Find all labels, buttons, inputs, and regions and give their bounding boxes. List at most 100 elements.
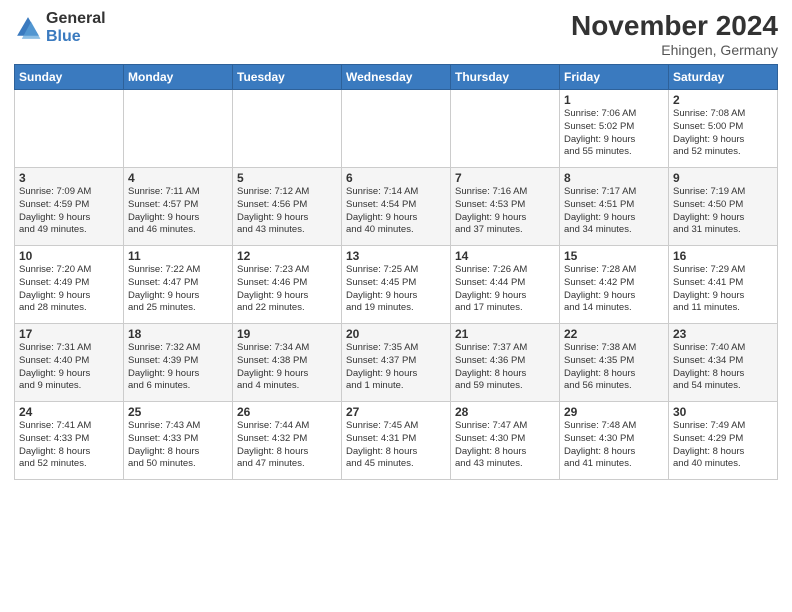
- calendar-cell: 2Sunrise: 7:08 AM Sunset: 5:00 PM Daylig…: [669, 90, 778, 168]
- calendar-cell: [451, 90, 560, 168]
- location: Ehingen, Germany: [571, 42, 778, 58]
- day-number: 29: [564, 405, 664, 419]
- calendar-cell: 7Sunrise: 7:16 AM Sunset: 4:53 PM Daylig…: [451, 168, 560, 246]
- day-info: Sunrise: 7:09 AM Sunset: 4:59 PM Dayligh…: [19, 186, 119, 237]
- calendar-table: SundayMondayTuesdayWednesdayThursdayFrid…: [14, 64, 778, 480]
- calendar-cell: [233, 90, 342, 168]
- calendar-cell: 11Sunrise: 7:22 AM Sunset: 4:47 PM Dayli…: [124, 246, 233, 324]
- calendar-cell: 27Sunrise: 7:45 AM Sunset: 4:31 PM Dayli…: [342, 402, 451, 480]
- calendar-cell: 6Sunrise: 7:14 AM Sunset: 4:54 PM Daylig…: [342, 168, 451, 246]
- calendar-week-row: 3Sunrise: 7:09 AM Sunset: 4:59 PM Daylig…: [15, 168, 778, 246]
- day-info: Sunrise: 7:32 AM Sunset: 4:39 PM Dayligh…: [128, 342, 228, 393]
- day-info: Sunrise: 7:20 AM Sunset: 4:49 PM Dayligh…: [19, 264, 119, 315]
- day-info: Sunrise: 7:25 AM Sunset: 4:45 PM Dayligh…: [346, 264, 446, 315]
- day-info: Sunrise: 7:37 AM Sunset: 4:36 PM Dayligh…: [455, 342, 555, 393]
- calendar-cell: 5Sunrise: 7:12 AM Sunset: 4:56 PM Daylig…: [233, 168, 342, 246]
- calendar-week-row: 24Sunrise: 7:41 AM Sunset: 4:33 PM Dayli…: [15, 402, 778, 480]
- calendar-week-row: 17Sunrise: 7:31 AM Sunset: 4:40 PM Dayli…: [15, 324, 778, 402]
- day-number: 10: [19, 249, 119, 263]
- calendar-cell: 15Sunrise: 7:28 AM Sunset: 4:42 PM Dayli…: [560, 246, 669, 324]
- day-info: Sunrise: 7:08 AM Sunset: 5:00 PM Dayligh…: [673, 108, 773, 159]
- calendar-cell: 10Sunrise: 7:20 AM Sunset: 4:49 PM Dayli…: [15, 246, 124, 324]
- day-info: Sunrise: 7:06 AM Sunset: 5:02 PM Dayligh…: [564, 108, 664, 159]
- day-number: 18: [128, 327, 228, 341]
- calendar-cell: [15, 90, 124, 168]
- logo: General Blue: [14, 10, 106, 47]
- calendar-cell: [342, 90, 451, 168]
- calendar-cell: 30Sunrise: 7:49 AM Sunset: 4:29 PM Dayli…: [669, 402, 778, 480]
- calendar-cell: 3Sunrise: 7:09 AM Sunset: 4:59 PM Daylig…: [15, 168, 124, 246]
- day-number: 5: [237, 171, 337, 185]
- calendar-cell: 26Sunrise: 7:44 AM Sunset: 4:32 PM Dayli…: [233, 402, 342, 480]
- calendar-cell: 17Sunrise: 7:31 AM Sunset: 4:40 PM Dayli…: [15, 324, 124, 402]
- calendar-cell: 13Sunrise: 7:25 AM Sunset: 4:45 PM Dayli…: [342, 246, 451, 324]
- header-day: Sunday: [15, 65, 124, 90]
- header-day: Saturday: [669, 65, 778, 90]
- day-number: 12: [237, 249, 337, 263]
- day-info: Sunrise: 7:23 AM Sunset: 4:46 PM Dayligh…: [237, 264, 337, 315]
- day-info: Sunrise: 7:14 AM Sunset: 4:54 PM Dayligh…: [346, 186, 446, 237]
- day-info: Sunrise: 7:38 AM Sunset: 4:35 PM Dayligh…: [564, 342, 664, 393]
- day-info: Sunrise: 7:44 AM Sunset: 4:32 PM Dayligh…: [237, 420, 337, 471]
- day-info: Sunrise: 7:41 AM Sunset: 4:33 PM Dayligh…: [19, 420, 119, 471]
- logo-icon: [14, 14, 42, 42]
- header-day: Friday: [560, 65, 669, 90]
- day-info: Sunrise: 7:35 AM Sunset: 4:37 PM Dayligh…: [346, 342, 446, 393]
- calendar-cell: [124, 90, 233, 168]
- day-info: Sunrise: 7:48 AM Sunset: 4:30 PM Dayligh…: [564, 420, 664, 471]
- day-number: 30: [673, 405, 773, 419]
- day-number: 13: [346, 249, 446, 263]
- day-number: 17: [19, 327, 119, 341]
- day-number: 7: [455, 171, 555, 185]
- day-info: Sunrise: 7:49 AM Sunset: 4:29 PM Dayligh…: [673, 420, 773, 471]
- calendar-cell: 18Sunrise: 7:32 AM Sunset: 4:39 PM Dayli…: [124, 324, 233, 402]
- header-row: SundayMondayTuesdayWednesdayThursdayFrid…: [15, 65, 778, 90]
- day-info: Sunrise: 7:16 AM Sunset: 4:53 PM Dayligh…: [455, 186, 555, 237]
- calendar-cell: 22Sunrise: 7:38 AM Sunset: 4:35 PM Dayli…: [560, 324, 669, 402]
- day-info: Sunrise: 7:22 AM Sunset: 4:47 PM Dayligh…: [128, 264, 228, 315]
- day-number: 14: [455, 249, 555, 263]
- day-number: 2: [673, 93, 773, 107]
- day-info: Sunrise: 7:45 AM Sunset: 4:31 PM Dayligh…: [346, 420, 446, 471]
- day-number: 24: [19, 405, 119, 419]
- day-number: 20: [346, 327, 446, 341]
- day-info: Sunrise: 7:40 AM Sunset: 4:34 PM Dayligh…: [673, 342, 773, 393]
- day-number: 4: [128, 171, 228, 185]
- day-info: Sunrise: 7:29 AM Sunset: 4:41 PM Dayligh…: [673, 264, 773, 315]
- header-day: Tuesday: [233, 65, 342, 90]
- calendar-cell: 20Sunrise: 7:35 AM Sunset: 4:37 PM Dayli…: [342, 324, 451, 402]
- day-info: Sunrise: 7:19 AM Sunset: 4:50 PM Dayligh…: [673, 186, 773, 237]
- day-number: 23: [673, 327, 773, 341]
- calendar-cell: 29Sunrise: 7:48 AM Sunset: 4:30 PM Dayli…: [560, 402, 669, 480]
- day-number: 19: [237, 327, 337, 341]
- day-number: 1: [564, 93, 664, 107]
- calendar-cell: 23Sunrise: 7:40 AM Sunset: 4:34 PM Dayli…: [669, 324, 778, 402]
- logo-text: General Blue: [46, 10, 106, 47]
- calendar-cell: 16Sunrise: 7:29 AM Sunset: 4:41 PM Dayli…: [669, 246, 778, 324]
- day-number: 15: [564, 249, 664, 263]
- calendar-cell: 4Sunrise: 7:11 AM Sunset: 4:57 PM Daylig…: [124, 168, 233, 246]
- day-info: Sunrise: 7:26 AM Sunset: 4:44 PM Dayligh…: [455, 264, 555, 315]
- title-area: November 2024 Ehingen, Germany: [571, 10, 778, 58]
- calendar-cell: 12Sunrise: 7:23 AM Sunset: 4:46 PM Dayli…: [233, 246, 342, 324]
- calendar-week-row: 1Sunrise: 7:06 AM Sunset: 5:02 PM Daylig…: [15, 90, 778, 168]
- calendar-week-row: 10Sunrise: 7:20 AM Sunset: 4:49 PM Dayli…: [15, 246, 778, 324]
- calendar-cell: 14Sunrise: 7:26 AM Sunset: 4:44 PM Dayli…: [451, 246, 560, 324]
- day-info: Sunrise: 7:11 AM Sunset: 4:57 PM Dayligh…: [128, 186, 228, 237]
- day-number: 22: [564, 327, 664, 341]
- day-number: 9: [673, 171, 773, 185]
- calendar-cell: 24Sunrise: 7:41 AM Sunset: 4:33 PM Dayli…: [15, 402, 124, 480]
- day-number: 27: [346, 405, 446, 419]
- calendar-cell: 28Sunrise: 7:47 AM Sunset: 4:30 PM Dayli…: [451, 402, 560, 480]
- day-info: Sunrise: 7:34 AM Sunset: 4:38 PM Dayligh…: [237, 342, 337, 393]
- calendar-cell: 8Sunrise: 7:17 AM Sunset: 4:51 PM Daylig…: [560, 168, 669, 246]
- day-number: 25: [128, 405, 228, 419]
- day-info: Sunrise: 7:31 AM Sunset: 4:40 PM Dayligh…: [19, 342, 119, 393]
- calendar-cell: 19Sunrise: 7:34 AM Sunset: 4:38 PM Dayli…: [233, 324, 342, 402]
- calendar-cell: 1Sunrise: 7:06 AM Sunset: 5:02 PM Daylig…: [560, 90, 669, 168]
- day-number: 28: [455, 405, 555, 419]
- calendar-cell: 21Sunrise: 7:37 AM Sunset: 4:36 PM Dayli…: [451, 324, 560, 402]
- page-container: General Blue November 2024 Ehingen, Germ…: [0, 0, 792, 486]
- header-day: Monday: [124, 65, 233, 90]
- header-day: Wednesday: [342, 65, 451, 90]
